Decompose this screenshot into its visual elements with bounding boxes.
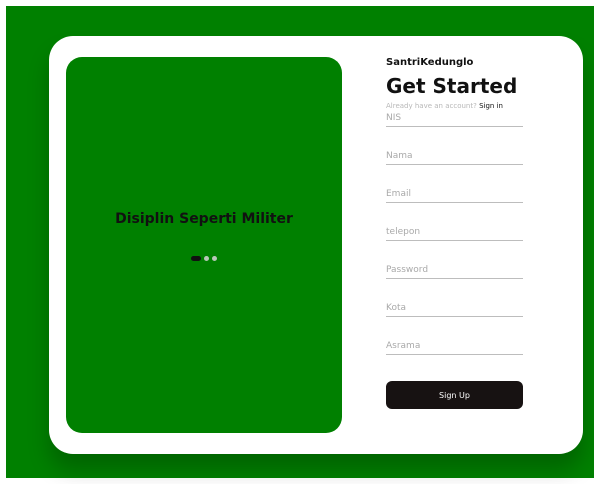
signup-card: Disiplin Seperti Militer SantriKedunglo … [49,36,583,454]
carousel-dot-3[interactable] [212,256,217,261]
nama-input[interactable] [386,150,523,165]
signin-link[interactable]: Sign in [479,102,503,110]
form-title: Get Started [386,74,518,98]
signin-prompt-line: Already have an account? Sign in [386,101,526,111]
signin-prompt: Already have an account? [386,102,477,110]
nis-input[interactable] [386,112,523,127]
brand-name: SantriKedunglo [386,57,474,68]
hero-tagline: Disiplin Seperti Militer [115,211,293,227]
kota-input[interactable] [386,302,523,317]
carousel-dot-2[interactable] [204,256,209,261]
password-input[interactable] [386,264,523,279]
carousel-dots [66,256,342,261]
page-background: Disiplin Seperti Militer SantriKedunglo … [6,6,594,478]
signup-button[interactable]: Sign Up [386,381,523,409]
carousel-dot-1[interactable] [191,256,201,261]
hero-panel: Disiplin Seperti Militer [66,57,342,433]
telepon-input[interactable] [386,226,523,241]
email-input[interactable] [386,188,523,203]
signup-form: SantriKedunglo Get Started Already have … [386,56,526,409]
asrama-input[interactable] [386,340,523,355]
